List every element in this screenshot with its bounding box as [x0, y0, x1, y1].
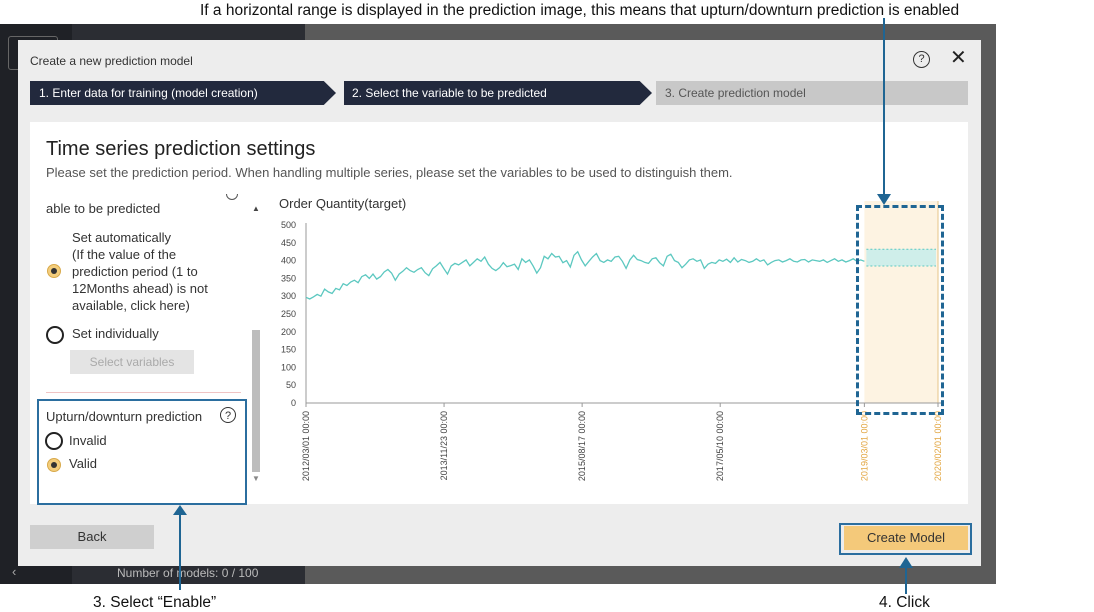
- annotation-arrows: [173, 18, 913, 594]
- step3-caption: 3. Select “Enable”: [93, 594, 217, 611]
- arrowhead-to-valid: [173, 505, 187, 515]
- arrowhead-to-create: [899, 557, 913, 568]
- arrowhead-to-range: [877, 194, 891, 205]
- step4-caption: 4. Click: [879, 594, 930, 611]
